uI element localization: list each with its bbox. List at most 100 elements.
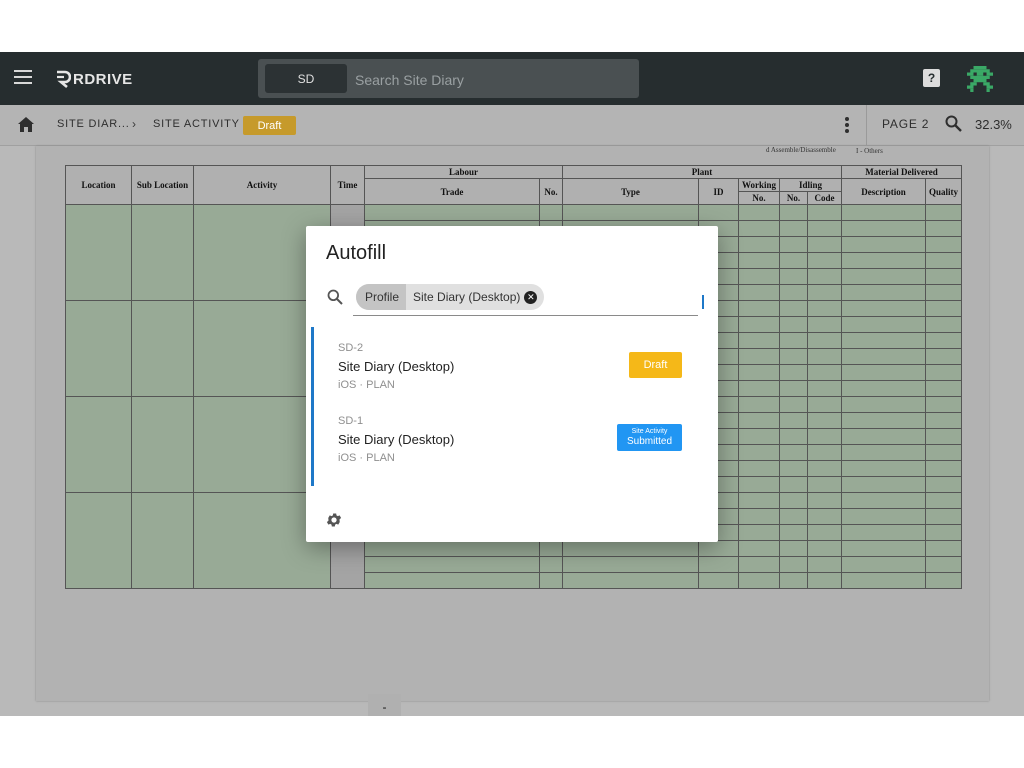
table-cell xyxy=(807,572,842,589)
table-cell xyxy=(738,540,780,557)
search-bar: SD xyxy=(258,59,639,98)
text-caret xyxy=(702,295,704,309)
col-header: Idling xyxy=(779,178,842,192)
table-cell xyxy=(807,556,842,573)
table-cell xyxy=(65,300,132,397)
dialog-title: Autofill xyxy=(326,242,387,264)
table-cell xyxy=(698,556,739,573)
table-cell xyxy=(562,572,699,589)
breadcrumb-site-diary[interactable]: SITE DIAR... xyxy=(57,118,130,130)
table-cell xyxy=(841,492,926,509)
table-cell xyxy=(925,284,962,301)
autofill-dialog: Autofill Profile Site Diary (Desktop) ✕ … xyxy=(306,226,718,542)
table-cell xyxy=(562,540,699,557)
table-cell xyxy=(841,460,926,477)
table-cell xyxy=(841,332,926,349)
col-header: Code xyxy=(807,191,842,205)
table-cell xyxy=(738,220,780,237)
table-cell xyxy=(738,556,780,573)
table-cell xyxy=(925,540,962,557)
table-cell xyxy=(807,492,842,509)
zoom-level[interactable]: 32.3% xyxy=(975,117,1012,132)
table-cell xyxy=(738,476,780,493)
col-header: Description xyxy=(841,178,926,205)
help-icon[interactable]: ? xyxy=(923,69,940,87)
table-cell xyxy=(779,380,808,397)
legend-note: I - Others xyxy=(856,147,883,155)
table-cell xyxy=(738,444,780,461)
table-cell xyxy=(131,492,194,589)
list-scroll-indicator[interactable] xyxy=(311,327,314,486)
breadcrumb-site-activity[interactable]: SITE ACTIVITY xyxy=(153,118,240,130)
table-cell xyxy=(698,540,739,557)
table-cell xyxy=(738,236,780,253)
table-cell xyxy=(925,252,962,269)
table-cell xyxy=(807,268,842,285)
table-cell xyxy=(562,556,699,573)
filter-chip[interactable]: Profile Site Diary (Desktop) ✕ xyxy=(356,284,545,310)
brand-logo[interactable]: RDRIVE xyxy=(55,68,133,90)
table-cell xyxy=(364,556,540,573)
more-vert-icon[interactable] xyxy=(845,117,849,133)
item-id: SD-1 xyxy=(338,415,364,427)
table-cell xyxy=(925,316,962,333)
table-cell xyxy=(779,556,808,573)
col-header: Sub Location xyxy=(131,165,194,205)
table-cell xyxy=(925,476,962,493)
table-cell xyxy=(779,364,808,381)
table-cell xyxy=(841,412,926,429)
list-item[interactable]: SD-2 Site Diary (Desktop) iOS · PLAN Dra… xyxy=(338,342,698,402)
table-cell xyxy=(807,220,842,237)
table-cell xyxy=(841,556,926,573)
filter-field[interactable]: Profile Site Diary (Desktop) ✕ xyxy=(353,283,698,316)
table-cell xyxy=(364,540,540,557)
col-header: Time xyxy=(330,165,365,205)
home-icon[interactable] xyxy=(17,116,35,133)
gear-icon[interactable] xyxy=(325,511,343,529)
table-cell xyxy=(925,524,962,541)
table-cell xyxy=(841,428,926,445)
table-cell xyxy=(738,412,780,429)
table-cell xyxy=(841,268,926,285)
table-cell xyxy=(925,236,962,253)
table-cell xyxy=(738,268,780,285)
table-cell xyxy=(841,444,926,461)
table-cell xyxy=(925,348,962,365)
table-cell xyxy=(65,396,132,493)
table-cell xyxy=(779,572,808,589)
table-cell xyxy=(841,508,926,525)
table-cell xyxy=(807,252,842,269)
menu-icon[interactable] xyxy=(14,70,32,84)
search-input[interactable] xyxy=(353,64,627,95)
table-cell xyxy=(807,332,842,349)
zoom-icon[interactable] xyxy=(945,115,962,132)
table-cell xyxy=(807,364,842,381)
table-cell xyxy=(738,508,780,525)
table-cell xyxy=(807,204,842,221)
table-cell xyxy=(738,572,780,589)
status-line: Submitted xyxy=(626,436,673,447)
table-cell xyxy=(738,332,780,349)
table-cell xyxy=(925,220,962,237)
table-cell xyxy=(807,460,842,477)
table-cell xyxy=(841,524,926,541)
col-header: Plant xyxy=(562,165,842,179)
table-cell xyxy=(779,252,808,269)
table-cell xyxy=(807,444,842,461)
user-avatar-icon[interactable] xyxy=(967,66,993,92)
table-cell xyxy=(925,508,962,525)
table-cell xyxy=(738,300,780,317)
table-cell xyxy=(562,204,699,221)
sub-header: SITE DIAR... › SITE ACTIVITY Draft PAGE … xyxy=(0,105,1024,146)
table-cell xyxy=(807,540,842,557)
table-cell xyxy=(65,492,132,589)
col-header: Working xyxy=(738,178,780,192)
table-cell xyxy=(841,396,926,413)
list-item[interactable]: SD-1 Site Diary (Desktop) iOS · PLAN Sit… xyxy=(338,415,698,475)
item-meta: iOS · PLAN xyxy=(338,452,395,464)
search-scope-chip[interactable]: SD xyxy=(265,64,347,93)
table-cell xyxy=(738,204,780,221)
table-cell xyxy=(925,492,962,509)
close-circle-icon[interactable]: ✕ xyxy=(524,290,538,304)
table-cell xyxy=(925,332,962,349)
